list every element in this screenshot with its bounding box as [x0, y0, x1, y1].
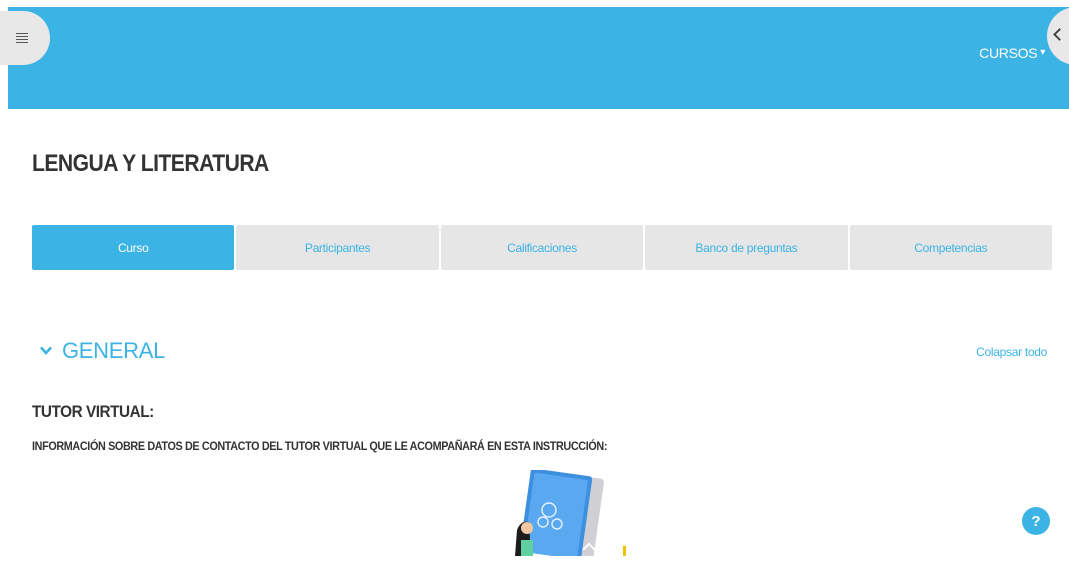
section-toggle-general[interactable]: GENERAL [40, 338, 165, 364]
tab-calificaciones[interactable]: Calificaciones [440, 225, 644, 270]
tutor-illustration [505, 468, 635, 561]
courses-menu[interactable]: CURSOS ▾ [979, 45, 1045, 61]
list-icon [16, 32, 28, 44]
side-panel-toggle[interactable] [1047, 7, 1069, 65]
drawer-toggle-button[interactable] [0, 11, 50, 65]
tab-banco-de-preguntas[interactable]: Banco de preguntas [645, 225, 848, 270]
section-title: GENERAL [62, 338, 166, 363]
tab-curso[interactable]: Curso [32, 225, 235, 270]
top-navbar: CURSOS ▾ [0, 7, 1069, 109]
page-title: LENGUA Y LITERATURA [32, 150, 269, 177]
collapse-all-link[interactable]: Colapsar todo [976, 345, 1047, 359]
course-tabs: Curso Participantes Calificaciones Banco… [32, 225, 1053, 270]
chevron-down-icon: ▾ [1040, 46, 1045, 58]
tab-competencias[interactable]: Competencias [849, 225, 1053, 270]
tutor-heading: TUTOR VIRTUAL: [32, 402, 154, 421]
tutor-info-text: INFORMACIÓN SOBRE DATOS DE CONTACTO DEL … [32, 439, 608, 453]
courses-menu-label: CURSOS [979, 45, 1038, 61]
help-button[interactable]: ? [1022, 507, 1050, 535]
chevron-left-icon [1053, 28, 1066, 41]
chevron-down-icon [40, 344, 52, 358]
tab-participantes[interactable]: Participantes [236, 225, 439, 270]
